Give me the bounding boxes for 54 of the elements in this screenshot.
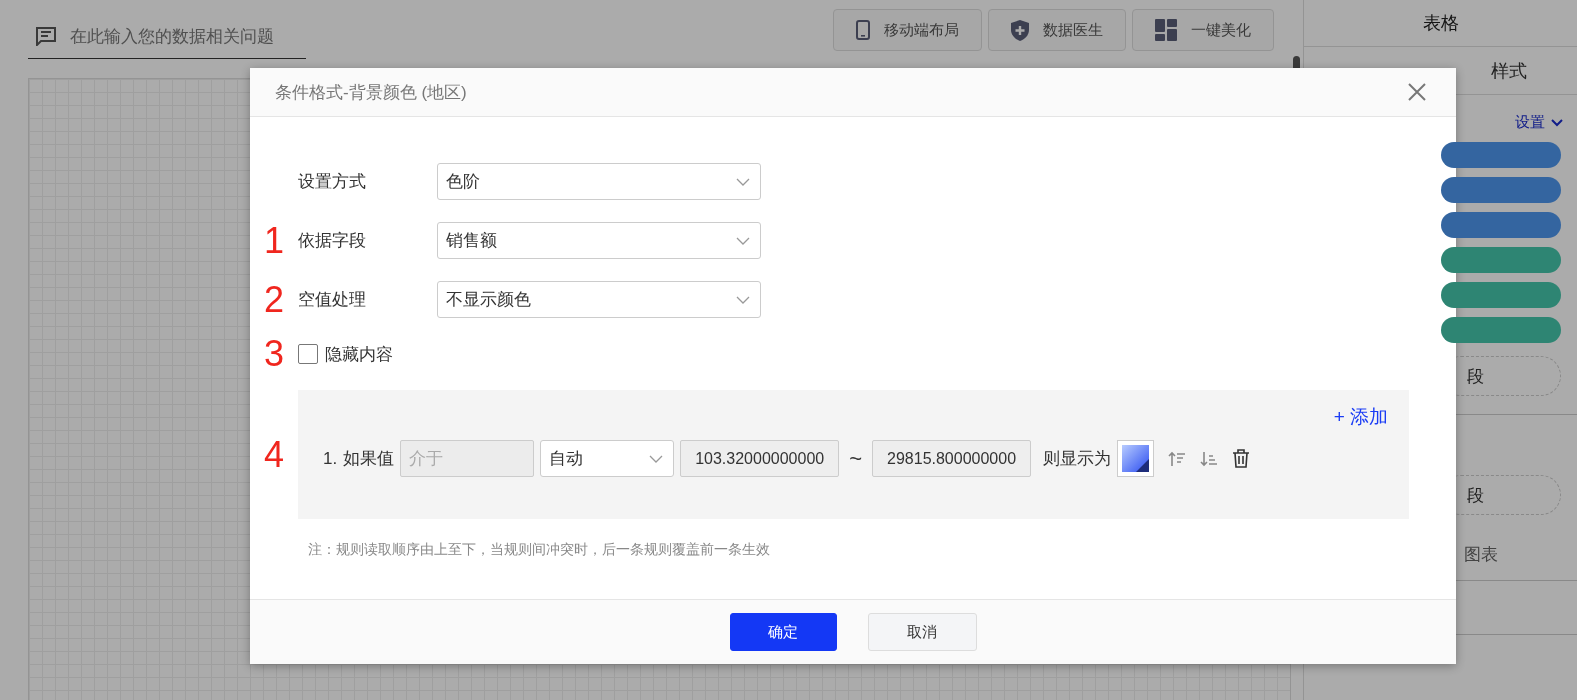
caret-icon	[736, 295, 750, 304]
hint-text: 图表	[1464, 544, 1499, 566]
toolbar-button[interactable]: 一键美化	[1132, 9, 1274, 51]
question-placeholder: 在此输入您的数据相关问题	[70, 25, 274, 48]
field-pill[interactable]	[1441, 177, 1561, 203]
caret-icon	[736, 236, 750, 245]
color-swatch[interactable]	[1117, 440, 1155, 477]
toolbar-button[interactable]: 数据医生	[988, 9, 1126, 51]
operator-field: 介于	[400, 440, 535, 477]
cancel-button[interactable]: 取消	[867, 613, 977, 651]
panel-title: 表格	[1304, 0, 1577, 47]
field-label: 设置方式	[298, 171, 367, 193]
delete-button[interactable]	[1232, 449, 1251, 468]
dialog-title: 条件格式-背景颜色 (地区)	[275, 81, 467, 104]
range-separator: ~	[849, 445, 863, 472]
field-label: 依据字段	[298, 230, 367, 252]
toolbar-button[interactable]: 移动端布局	[833, 9, 982, 51]
min-field[interactable]: 103.32000000000	[680, 440, 840, 477]
field-pill[interactable]	[1441, 247, 1561, 273]
sort-descending-button[interactable]	[1200, 449, 1219, 468]
checkbox[interactable]	[298, 344, 318, 364]
select-field[interactable]: 销售额	[437, 222, 761, 259]
rule-index: 1.	[323, 448, 338, 469]
shield-plus-icon	[1011, 19, 1029, 41]
field-pill[interactable]	[1441, 142, 1561, 168]
caret-icon	[736, 177, 750, 186]
phone-icon	[856, 20, 870, 40]
layout-icon	[1155, 19, 1177, 41]
caret-icon	[649, 454, 664, 463]
step-number: 1	[263, 222, 285, 259]
max-field[interactable]: 29815.800000000	[872, 440, 1032, 477]
step-number: 3	[263, 336, 285, 372]
field-pill[interactable]	[1441, 282, 1561, 308]
question-field[interactable]: 在此输入您的数据相关问题	[28, 14, 306, 59]
field-pill[interactable]	[1441, 317, 1561, 343]
step-number: 4	[263, 436, 285, 473]
chevron-icon	[1551, 118, 1563, 127]
settings-link[interactable]: 设置	[1515, 113, 1563, 132]
checkbox-label: 隐藏内容	[325, 343, 393, 366]
close-button[interactable]	[1408, 83, 1426, 101]
sort-ascending-button[interactable]	[1168, 449, 1187, 468]
confirm-button[interactable]: 确定	[729, 613, 837, 651]
select-field[interactable]: 不显示颜色	[437, 281, 761, 318]
step-number: 2	[263, 281, 285, 318]
select-field[interactable]: 色阶	[437, 163, 761, 200]
close-icon	[1408, 83, 1426, 101]
field-label: 空值处理	[298, 289, 367, 311]
field-pill[interactable]	[1441, 212, 1561, 238]
note-text: 注：规则读取顺序由上至下，当规则间冲突时，后一条规则覆盖前一条生效	[308, 541, 771, 559]
add-link[interactable]: + 添加	[1333, 404, 1388, 430]
mode-select[interactable]: 自动	[540, 440, 675, 477]
condition-label: 如果值	[343, 448, 395, 470]
then-label: 则显示为	[1043, 448, 1112, 470]
comment-icon	[36, 26, 56, 46]
